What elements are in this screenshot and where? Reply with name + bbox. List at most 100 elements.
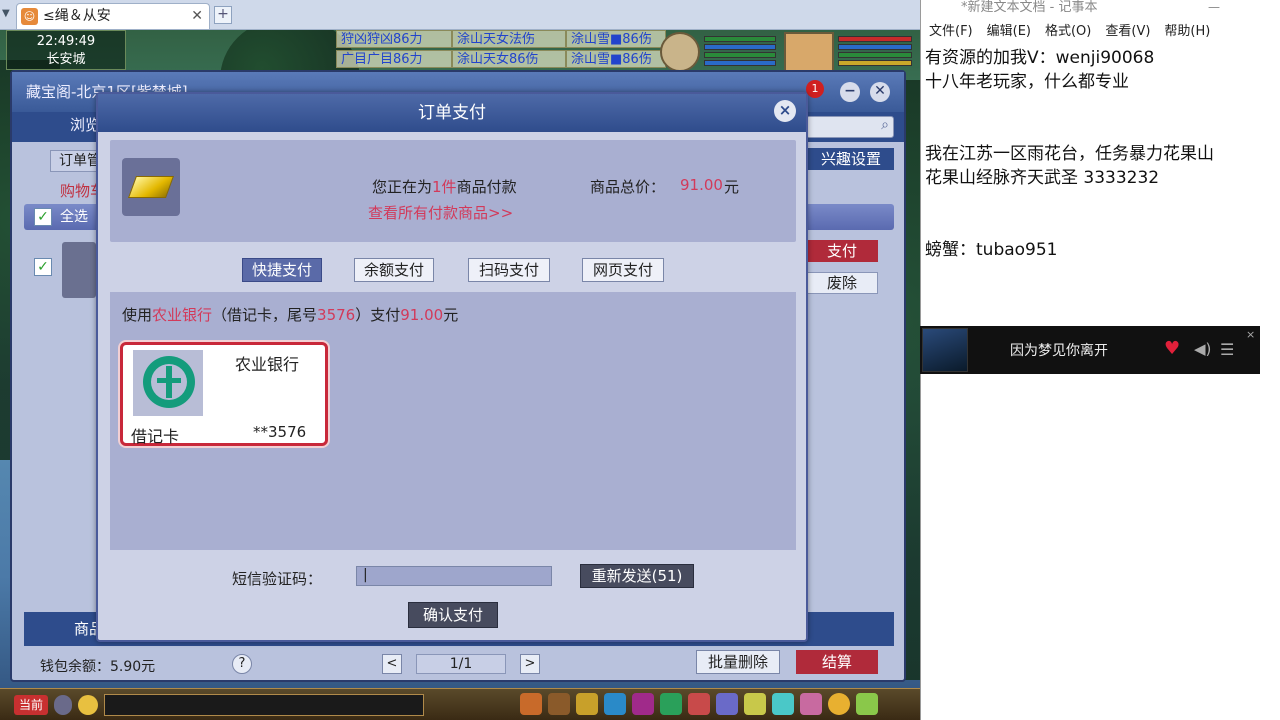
wallet-balance: 钱包余额：5.90元 [40,659,156,675]
page-indicator: 1/1 [416,654,506,674]
pet-icon[interactable] [632,693,654,715]
pet-avatar[interactable] [660,32,700,72]
use-bank: 农业银行 [152,306,213,324]
card-number: **3576 [253,423,307,441]
gold-bar-icon [122,158,180,216]
playlist-icon[interactable]: ☰ [1220,340,1234,359]
paying-prefix: 您正在为 [372,178,433,196]
view-all-items-link[interactable]: 查看所有付款商品>> [368,202,513,223]
smile-icon[interactable] [828,693,850,715]
minimize-icon[interactable]: — [1208,0,1220,14]
minimize-icon[interactable]: − [840,82,860,102]
cart-count-badge: 1 [806,80,824,98]
browser-tab-title: ≤绳＆从安 [43,8,111,24]
menu-view[interactable]: 查看(V) [1105,24,1150,39]
text-line [925,190,1275,214]
menu-format[interactable]: 格式(O) [1045,24,1091,39]
close-icon[interactable]: × [1246,328,1255,341]
menu-file[interactable]: 文件(F) [929,24,973,39]
game-bottom-bar: 当前 [0,688,920,720]
channel-current-button[interactable]: 当前 [14,695,48,715]
chat-input[interactable] [104,694,424,716]
notepad-title: *新建文本文档 - 记事本 [921,0,1280,22]
game-window: ▼ ☺ ≤绳＆从安 ✕ + 22:49:49 长安城 狩凶狩凶86力 涂山天女法… [0,0,920,720]
close-icon[interactable]: ✕ [870,82,890,102]
prev-page-button[interactable]: < [382,654,402,674]
tab-quick-pay[interactable]: 快捷支付 [242,258,322,282]
scroll-icon[interactable] [548,693,570,715]
gold-icon[interactable] [576,693,598,715]
friend-icon[interactable] [716,693,738,715]
team-member-label: 狩凶狩凶86力 [336,30,452,48]
card-type: 借记卡 [131,427,180,446]
order-summary: 您正在为1件商品付款 商品总价： 91.00 元 查看所有付款商品>> [110,140,796,242]
browser-tab[interactable]: ☺ ≤绳＆从安 ✕ [16,3,210,29]
tab-balance-pay[interactable]: 余额支付 [354,258,434,282]
item-thumbnail[interactable] [62,242,96,298]
skill-icon[interactable] [604,693,626,715]
resend-sms-button[interactable]: 重新发送(51) [580,564,694,588]
notepad-text-area[interactable]: 有资源的加我V：wenji90068 十八年老玩家，什么都专业 我在江苏一区雨花… [925,46,1275,262]
tab-close-icon[interactable]: ✕ [191,4,203,28]
music-mini-player: 因为梦见你离开 ♥ ◀) ☰ × [920,326,1260,374]
tab-menu-icon[interactable]: ▼ [2,8,10,19]
team-member-label: 涂山雪■86伤 [566,50,666,68]
use-unit: 元 [443,306,459,324]
shop-icon[interactable] [800,693,822,715]
player-avatar[interactable] [784,32,834,72]
discard-button[interactable]: 废除 [806,272,878,294]
team-member-label: 涂山天女86伤 [452,50,566,68]
sms-code-label: 短信验证码： [232,570,323,588]
tab-web-pay[interactable]: 网页支付 [582,258,664,282]
microphone-icon[interactable] [54,695,72,715]
select-all-checkbox[interactable]: ✓ [34,208,52,226]
album-art[interactable] [922,328,968,372]
quest-icon[interactable] [744,693,766,715]
bag-icon[interactable] [520,693,542,715]
sms-code-input[interactable]: | [356,566,552,586]
text-line: 有资源的加我V：wenji90068 [925,48,1155,68]
next-page-button[interactable]: > [520,654,540,674]
gift-icon[interactable] [688,693,710,715]
emoji-icon[interactable] [78,695,98,715]
bank-card-option[interactable]: 农业银行 借记卡 **3576 [120,342,328,446]
menu-edit[interactable]: 编辑(E) [987,24,1031,39]
store-search-input[interactable]: ⌕ [806,116,894,138]
system-icon[interactable] [856,693,878,715]
item-checkbox[interactable]: ✓ [34,258,52,276]
team-chat-panel: 狩凶狩凶86力 涂山天女法伤 涂山雪■86伤 广目广目86力 涂山天女86伤 涂… [336,30,666,68]
batch-delete-button[interactable]: 批量删除 [696,650,780,674]
song-title: 因为梦见你离开 [1010,343,1108,359]
player-status-bars [838,36,912,66]
checkout-button[interactable]: 结算 [796,650,878,674]
total-price-value: 91.00 [680,176,723,194]
abc-bank-logo-icon [143,356,195,408]
tab-scan-pay[interactable]: 扫码支付 [468,258,550,282]
payment-method-panel: 使用农业银行（借记卡，尾号3576）支付91.00元 农业银行 借记卡 **35… [110,292,796,550]
text-line [925,94,1275,118]
search-icon[interactable]: ⌕ [881,117,889,133]
volume-icon[interactable]: ◀) [1194,340,1211,358]
use-tail: 3576 [317,306,356,324]
payment-description: 使用农业银行（借记卡，尾号3576）支付91.00元 [122,304,458,325]
select-all-label: 全选 [60,209,88,225]
interest-settings-button[interactable]: 兴趣设置 [808,148,894,170]
pet-status-bars [704,36,776,66]
game-clock: 22:49:49 长安城 [6,30,126,70]
text-line [925,118,1275,142]
game-location: 长安城 [46,52,86,67]
menu-help[interactable]: 帮助(H) [1164,24,1210,39]
bank-logo-box [133,350,203,416]
help-icon[interactable]: ? [232,654,252,674]
confirm-payment-button[interactable]: 确认支付 [408,602,498,628]
pay-button[interactable]: 支付 [806,240,878,262]
paying-count: 1件 [432,178,457,196]
new-tab-button[interactable]: + [214,6,232,24]
guild-icon[interactable] [772,693,794,715]
use-mid: （借记卡，尾号 [212,306,318,324]
dialog-close-icon[interactable]: × [774,100,796,122]
heart-icon[interactable]: ♥ [1164,338,1180,359]
team-member-label: 广目广目86力 [336,50,452,68]
text-line: 螃蟹：tubao951 [925,240,1058,260]
team-icon[interactable] [660,693,682,715]
